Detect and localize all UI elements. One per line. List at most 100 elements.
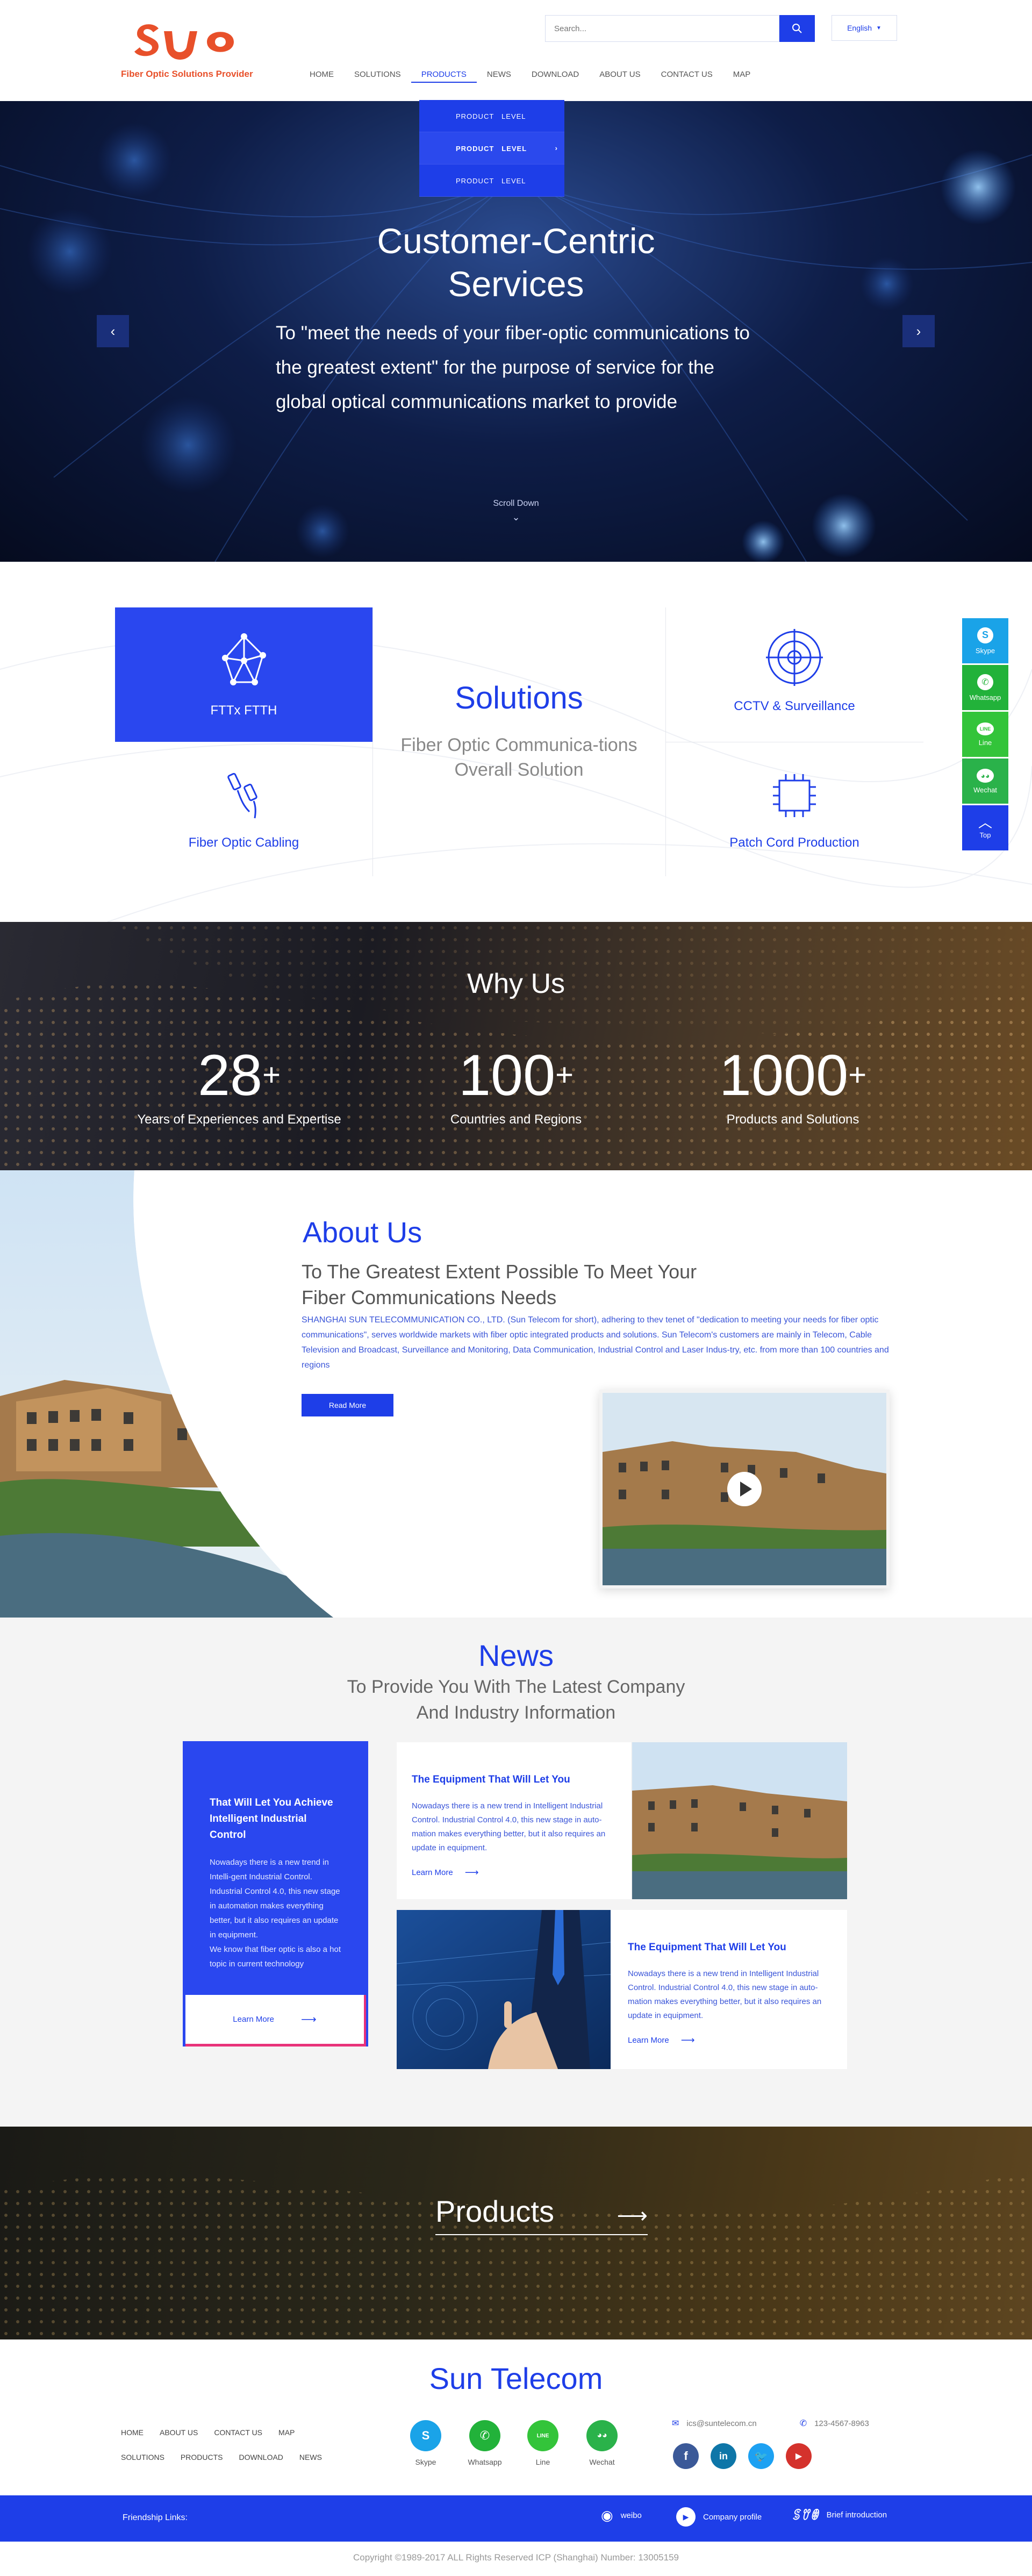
footer-link[interactable]: DOWNLOAD xyxy=(239,2453,283,2461)
stat-years: 28+ Years of Experiences and Expertise xyxy=(124,1046,355,1127)
search-icon xyxy=(792,24,802,33)
news-image-buildings[interactable] xyxy=(632,1742,847,1899)
play-icon[interactable] xyxy=(727,1472,762,1506)
youtube-icon[interactable]: ▶ xyxy=(786,2443,812,2469)
hero-next-button[interactable]: › xyxy=(902,315,935,347)
footer-wechat[interactable]: ◕◕ Wechat xyxy=(575,2420,629,2466)
footer-link[interactable]: ABOUT US xyxy=(160,2428,198,2437)
dropdown-item[interactable]: PRODUCT LEVEL › xyxy=(419,132,564,164)
twitter-icon[interactable]: 🐦 xyxy=(748,2443,774,2469)
social-label: Skype xyxy=(415,2458,436,2466)
side-wechat-button[interactable]: ◕◕ Wechat xyxy=(962,759,1008,804)
side-whatsapp-button[interactable]: ✆ Whatsapp xyxy=(962,665,1008,710)
nav-home[interactable]: HOME xyxy=(299,67,344,83)
back-to-top-button[interactable]: ︿ Top xyxy=(962,805,1008,850)
whatsapp-icon: ✆ xyxy=(469,2420,500,2451)
footer-links: HOME ABOUT US CONTACT US MAP SOLUTIONS P… xyxy=(121,2428,390,2478)
news-image-touch[interactable] xyxy=(397,1910,611,2069)
scroll-down-button[interactable]: Scroll Down ⌄ xyxy=(462,499,570,523)
why-us-title: Why Us xyxy=(467,968,565,999)
stat-plus: + xyxy=(262,1057,281,1092)
side-label: Wechat xyxy=(973,785,997,794)
footer-link[interactable]: NEWS xyxy=(299,2453,322,2461)
target-icon xyxy=(766,629,823,686)
news-feature-learn-more[interactable]: Learn More ⟶ xyxy=(185,1995,366,2047)
search-button[interactable] xyxy=(779,15,815,42)
side-label: Skype xyxy=(975,646,995,655)
social-label: Wechat xyxy=(589,2458,615,2466)
arrow-right-icon: ⟶ xyxy=(301,2014,317,2026)
mail-icon: ✉ xyxy=(672,2419,679,2428)
footer-email[interactable]: ✉ ics@suntelecom.cn xyxy=(672,2418,757,2429)
news-card[interactable]: The Equipment That Will Let You Nowadays… xyxy=(397,1742,631,1899)
footer-line[interactable]: LINE Line xyxy=(516,2420,570,2466)
side-skype-button[interactable]: S Skype xyxy=(962,618,1008,663)
solution-cctv-card[interactable]: CCTV & Surveillance xyxy=(665,629,923,736)
news-subtitle: To Provide You With The Latest Company A… xyxy=(0,1674,1032,1726)
footer-link[interactable]: PRODUCTS xyxy=(181,2453,223,2461)
search-box xyxy=(545,15,779,42)
friend-link-label: Company profile xyxy=(703,2512,762,2522)
line-icon: LINE xyxy=(527,2420,558,2451)
arrow-right-icon: ⟶ xyxy=(617,2204,648,2228)
learn-more-label: Learn More xyxy=(628,2036,669,2045)
friendship-label: Friendship Links: xyxy=(123,2513,188,2522)
dropdown-item[interactable]: PRODUCT LEVEL xyxy=(419,100,564,132)
side-line-button[interactable]: LINE Line xyxy=(962,712,1008,757)
solution-patch-cord-card[interactable]: Patch Cord Production xyxy=(665,769,923,876)
stat-label: Products and Solutions xyxy=(726,1112,859,1127)
side-label: Line xyxy=(978,738,992,747)
about-video-thumbnail[interactable] xyxy=(599,1390,890,1588)
linkedin-icon[interactable]: in xyxy=(711,2443,736,2469)
stat-label: Years of Experiences and Expertise xyxy=(137,1112,341,1127)
network-icon xyxy=(221,633,266,685)
nav-products[interactable]: PRODUCTS xyxy=(411,67,477,83)
products-link[interactable]: Products ⟶ xyxy=(435,2194,648,2235)
caret-down-icon: ▼ xyxy=(876,25,882,31)
page: Fiber Optic Solutions Provider English ▼… xyxy=(0,0,1032,2576)
news-card-text: Nowadays there is a new trend in Intelli… xyxy=(412,1801,606,1852)
facebook-icon[interactable]: f xyxy=(673,2443,699,2469)
weibo-link[interactable]: ◉ weibo xyxy=(601,2507,642,2524)
copyright: Copyright ©1989-2017 ALL Rights Reserved… xyxy=(353,2552,679,2563)
email-text: ics@suntelecom.cn xyxy=(686,2418,757,2428)
friend-link-label: weibo xyxy=(620,2511,642,2520)
products-dropdown: PRODUCT LEVEL PRODUCT LEVEL › PRODUCT LE… xyxy=(419,100,564,198)
footer-whatsapp[interactable]: ✆ Whatsapp xyxy=(458,2420,512,2466)
footer-link[interactable]: MAP xyxy=(278,2428,295,2437)
side-label: Top xyxy=(979,831,991,839)
brief-introduction-link[interactable]: ꌚꀎꂦ Brief introduction xyxy=(791,2507,887,2523)
news-card[interactable]: The Equipment That Will Let You Nowadays… xyxy=(611,1910,847,2069)
chevron-up-icon: ︿ xyxy=(978,814,992,831)
footer-phone[interactable]: ✆ 123-4567-8963 xyxy=(800,2418,869,2429)
solution-cabling-card[interactable]: Fiber Optic Cabling xyxy=(115,769,372,876)
company-profile-link[interactable]: ▶ Company profile xyxy=(676,2507,762,2527)
read-more-button[interactable]: Read More xyxy=(302,1394,393,1416)
footer-link[interactable]: SOLUTIONS xyxy=(121,2453,164,2461)
footer-skype[interactable]: S Skype xyxy=(399,2420,453,2466)
nav-map[interactable]: MAP xyxy=(723,67,761,83)
solution-fttx-card[interactable]: FTTx FTTH xyxy=(115,607,372,742)
hero-prev-button[interactable]: ‹ xyxy=(97,315,129,347)
nav-solutions[interactable]: SOLUTIONS xyxy=(344,67,411,83)
floating-contact-bar: S Skype ✆ Whatsapp LINE Line ◕◕ Wechat ︿… xyxy=(962,618,1008,852)
footer-link[interactable]: HOME xyxy=(121,2428,144,2437)
news-card-learn-more[interactable]: Learn More ⟶ xyxy=(412,1867,615,1878)
dropdown-item[interactable]: PRODUCT LEVEL xyxy=(419,164,564,197)
solutions-subtitle: Fiber Optic Communica-tions Overall Solu… xyxy=(400,735,637,780)
search-input[interactable] xyxy=(546,16,778,41)
nav-news[interactable]: NEWS xyxy=(477,67,521,83)
tech-touch-photo xyxy=(397,1910,611,2069)
language-select[interactable]: English ▼ xyxy=(832,15,897,41)
arrow-right-icon: ⟶ xyxy=(464,1867,479,1878)
nav-contact-us[interactable]: CONTACT US xyxy=(651,67,723,83)
language-label: English xyxy=(847,24,872,32)
scroll-down-label: Scroll Down xyxy=(493,499,539,508)
nav-download[interactable]: DOWNLOAD xyxy=(521,67,589,83)
stat-plus: + xyxy=(555,1057,574,1092)
play-circle-icon: ▶ xyxy=(676,2507,696,2527)
hero-text: To "meet the needs of your fiber-optic c… xyxy=(276,323,750,412)
nav-about-us[interactable]: ABOUT US xyxy=(589,67,650,83)
news-card-learn-more[interactable]: Learn More ⟶ xyxy=(628,2035,834,2046)
footer-link[interactable]: CONTACT US xyxy=(214,2428,262,2437)
